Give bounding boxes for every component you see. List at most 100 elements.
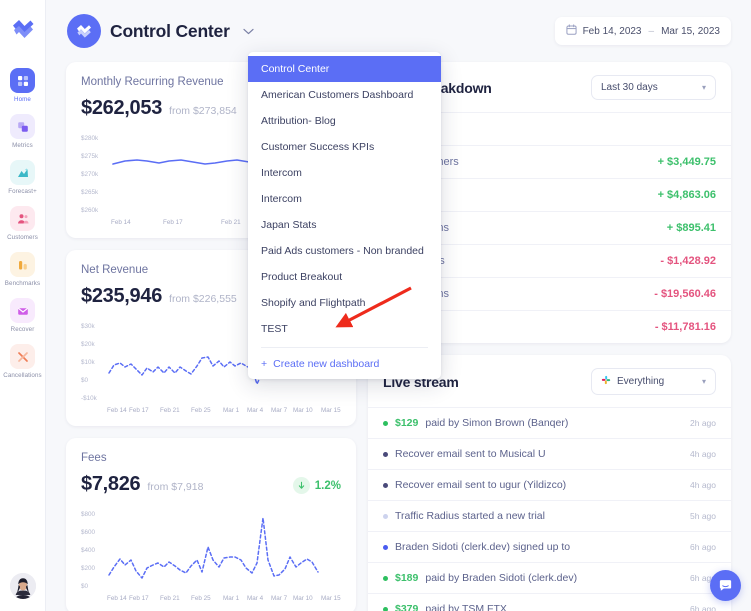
date-range-picker[interactable]: Feb 14, 2023 – Mar 15, 2023 [555,17,731,45]
event-text: Traffic Radius started a new trial [395,510,545,522]
dropdown-item-test[interactable]: TEST [248,316,441,342]
baremetrics-logo-icon[interactable] [10,16,36,42]
layers-icon [10,114,35,139]
dropdown-item-product-breakout[interactable]: Product Breakout [248,264,441,290]
list-item[interactable]: Recover email sent to ugur (Yildizco) 4h… [368,469,731,500]
row-value: + $895.41 [667,222,716,234]
sidebar-item-metrics[interactable]: Metrics [0,114,45,149]
svg-text:Feb 21: Feb 21 [160,407,180,414]
svg-text:Feb 14: Feb 14 [107,595,127,602]
dropdown-item-control-center[interactable]: Control Center [248,56,441,82]
breakdown-range-select[interactable]: Last 30 days ▾ [591,75,716,100]
list-item[interactable]: Braden Sidoti (clerk.dev) signed up to 6… [368,531,731,562]
select-value: Last 30 days [601,82,658,93]
dashboard-switcher-chevron-down-icon[interactable] [241,23,257,39]
event-time: 2h ago [690,418,716,428]
svg-text:$30k: $30k [81,323,96,330]
metric-comparison: from $273,854 [169,105,237,117]
event-text: Recover email sent to ugur (Yildizco) [395,479,566,491]
metric-value: $235,946 [81,285,162,308]
svg-text:Mar 10: Mar 10 [293,595,313,602]
date-range-separator: – [649,26,655,37]
create-new-dashboard-button[interactable]: + Create new dashboard [248,352,441,373]
row-value: - $19,560.46 [654,288,716,300]
list-item[interactable]: $129 paid by Simon Brown (Banqer) 2h ago [368,407,731,438]
svg-text:Feb 17: Feb 17 [129,595,149,602]
metric-value-row: $7,826 from $7,918 1.2% [81,473,341,496]
svg-text:$0: $0 [81,377,89,384]
list-item[interactable]: Traffic Radius started a new trial 5h ag… [368,500,731,531]
grid-icon [10,68,35,93]
svg-text:Feb 17: Feb 17 [129,407,149,414]
list-item[interactable]: Recover email sent to Musical U 4h ago [368,438,731,469]
sidebar-item-cancellations[interactable]: Cancellations [0,344,45,379]
svg-text:Mar 7: Mar 7 [271,595,288,602]
event-text: paid by Simon Brown (Banqer) [425,417,568,429]
event-time: 6h ago [690,542,716,552]
status-dot [383,452,388,457]
dropdown-item-intercom-1[interactable]: Intercom [248,160,441,186]
dropdown-item-american-customers-dashboard[interactable]: American Customers Dashboard [248,82,441,108]
list-item[interactable]: $379 paid by TSM FTX 6h ago [368,593,731,611]
row-value: + $4,863.06 [658,189,716,201]
dropdown-item-shopify-and-flightpath[interactable]: Shopify and Flightpath [248,290,441,316]
event-text: paid by Braden Sidoti (clerk.dev) [425,572,577,584]
svg-text:Feb 17: Feb 17 [163,219,183,226]
people-icon [10,206,35,231]
svg-text:Feb 14: Feb 14 [107,407,127,414]
svg-text:$270k: $270k [81,171,99,178]
sidebar-item-label: Forecast+ [8,188,37,195]
svg-text:$275k: $275k [81,153,99,160]
plus-icon: + [261,358,267,370]
dropdown-item-intercom-2[interactable]: Intercom [248,186,441,212]
svg-text:Mar 10: Mar 10 [293,407,313,414]
event-time: 6h ago [690,604,716,611]
create-new-dashboard-label: Create new dashboard [273,358,379,370]
svg-text:$600: $600 [81,529,96,536]
svg-text:Feb 25: Feb 25 [191,407,211,414]
list-item[interactable]: $189 paid by Braden Sidoti (clerk.dev) 6… [368,562,731,593]
bar-chart-icon [10,252,35,277]
fees-chart: $800 $600 $400 $200 $0 Feb 14 Feb 17 Feb… [81,504,341,604]
row-value: + $3,449.75 [658,156,716,168]
live-stream-filter-select[interactable]: Everything ▾ [591,368,716,395]
svg-text:Feb 25: Feb 25 [191,595,211,602]
sidebar-item-home[interactable]: Home [0,68,45,103]
metric-comparison: from $7,918 [147,481,203,493]
arrow-down-icon [293,477,310,494]
page-title: Control Center [110,21,230,42]
dropdown-item-attribution-blog[interactable]: Attribution- Blog [248,108,441,134]
status-dot [383,483,388,488]
app-root: Home Metrics [0,0,751,611]
svg-text:Mar 4: Mar 4 [247,595,264,602]
sidebar-item-recover[interactable]: Recover [0,298,45,333]
sidebar-item-benchmarks[interactable]: Benchmarks [0,252,45,287]
metric-value: $262,053 [81,97,162,120]
date-range-end: Mar 15, 2023 [661,26,720,37]
event-text: Recover email sent to Musical U [395,448,546,460]
avatar[interactable] [10,573,36,599]
metric-card-fees[interactable]: Fees $7,826 from $7,918 1.2% [66,438,356,611]
metric-comparison: from $226,555 [169,293,237,305]
sidebar-item-label: Metrics [12,142,33,149]
svg-text:Feb 21: Feb 21 [160,595,180,602]
dropdown-item-customer-success-kpis[interactable]: Customer Success KPIs [248,134,441,160]
event-text: Braden Sidoti (clerk.dev) signed up to [395,541,570,553]
svg-text:$260k: $260k [81,207,99,214]
svg-text:Mar 1: Mar 1 [223,595,240,602]
svg-text:Mar 4: Mar 4 [247,407,264,414]
svg-text:$280k: $280k [81,135,99,142]
date-range-start: Feb 14, 2023 [583,26,642,37]
svg-text:$200: $200 [81,565,96,572]
chevron-down-icon: ▾ [702,377,706,386]
calendar-icon [566,24,577,38]
sidebar-item-label: Benchmarks [5,280,40,287]
status-dot [383,607,388,611]
dropdown-item-japan-stats[interactable]: Japan Stats [248,212,441,238]
sidebar-item-forecast[interactable]: Forecast+ [0,160,45,195]
intercom-chat-icon[interactable] [710,570,741,601]
sidebar-item-customers[interactable]: Customers [0,206,45,241]
dropdown-item-paid-ads-customers-non-branded[interactable]: Paid Ads customers - Non branded [248,238,441,264]
select-value: Everything [617,376,664,387]
event-amount: $129 [395,417,418,429]
